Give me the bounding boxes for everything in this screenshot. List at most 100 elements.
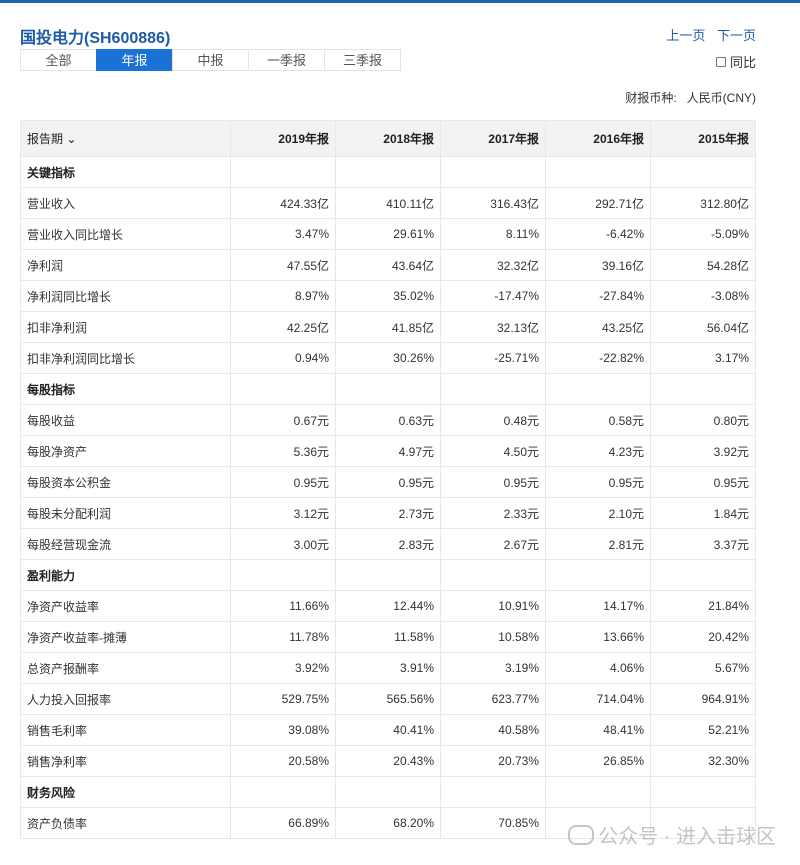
metric-value: 41.85亿: [335, 311, 441, 343]
metric-value: 0.95元: [545, 466, 651, 498]
metric-value: [230, 156, 336, 188]
metric-name: 扣非净利润: [20, 311, 231, 343]
table-row: 营业收入 424.33亿 410.11亿 316.43亿 292.71亿 312.80亿: [20, 187, 756, 219]
metric-value: 11.78%: [230, 621, 336, 653]
metric-value: 35.02%: [335, 280, 441, 312]
metric-value: 11.66%: [230, 590, 336, 622]
metric-value: -3.08%: [650, 280, 756, 312]
metric-value: [545, 776, 651, 808]
metric-name: 销售毛利率: [20, 714, 231, 746]
metric-value: [335, 373, 441, 405]
metric-value: [545, 559, 651, 591]
table-row: 销售毛利率 39.08% 40.41% 40.58% 48.41% 52.21%: [20, 714, 756, 746]
table-row: 总资产报酬率 3.92% 3.91% 3.19% 4.06% 5.67%: [20, 652, 756, 684]
section-title: 每股指标: [20, 373, 231, 405]
metric-value: 316.43亿: [440, 187, 546, 219]
report-period-sort[interactable]: 报告期 ⌄: [20, 120, 231, 157]
metric-value: 54.28亿: [650, 249, 756, 281]
metric-value: [440, 776, 546, 808]
metric-value: 66.89%: [230, 807, 336, 839]
tab-interim[interactable]: 中报: [172, 49, 249, 71]
table-body: 关键指标 营业收入 424.33亿 410.11亿 316.43亿 292.71亿 312.…: [20, 156, 756, 839]
metric-value: 4.23元: [545, 435, 651, 467]
metric-value: 21.84%: [650, 590, 756, 622]
metric-value: 5.36元: [230, 435, 336, 467]
watermark-text: 公众号 · 进入击球区: [598, 826, 776, 848]
metric-value: 4.50元: [440, 435, 546, 467]
metric-value: 39.08%: [230, 714, 336, 746]
metric-value: -17.47%: [440, 280, 546, 312]
metric-value: [650, 776, 756, 808]
metric-value: 40.41%: [335, 714, 441, 746]
next-page-link[interactable]: 下一页: [717, 28, 756, 43]
metric-value: 0.95元: [230, 466, 336, 498]
section-title: 盈利能力: [20, 559, 231, 591]
metric-value: 20.43%: [335, 745, 441, 777]
table-header-row: 报告期 ⌄ 2019年报 2018年报 2017年报 2016年报 2015年报: [20, 120, 756, 157]
table-row: 每股资本公积金 0.95元 0.95元 0.95元 0.95元 0.95元: [20, 466, 756, 498]
metric-value: -22.82%: [545, 342, 651, 374]
metric-value: 3.19%: [440, 652, 546, 684]
metric-value: 2.73元: [335, 497, 441, 529]
metric-value: 424.33亿: [230, 187, 336, 219]
metric-value: 0.95元: [440, 466, 546, 498]
metric-value: 3.37元: [650, 528, 756, 560]
metric-value: [440, 156, 546, 188]
metric-value: 5.67%: [650, 652, 756, 684]
yoy-checkbox[interactable]: [715, 56, 726, 67]
metric-value: 11.58%: [335, 621, 441, 653]
table-row: 净资产收益率-摊薄 11.78% 11.58% 10.58% 13.66% 20.42%: [20, 621, 756, 653]
metric-value: 70.85%: [440, 807, 546, 839]
metric-name: 净利润: [20, 249, 231, 281]
report-period-label: 报告期: [27, 132, 64, 146]
metric-value: 8.97%: [230, 280, 336, 312]
metric-value: 13.66%: [545, 621, 651, 653]
section-title: 财务风险: [20, 776, 231, 808]
metric-value: 2.33元: [440, 497, 546, 529]
yoy-toggle[interactable]: 同比: [715, 52, 756, 71]
metric-value: 0.80元: [650, 404, 756, 436]
metric-value: 10.91%: [440, 590, 546, 622]
metric-value: 29.61%: [335, 218, 441, 250]
metric-value: 43.25亿: [545, 311, 651, 343]
tab-annual[interactable]: 年报: [96, 49, 173, 71]
column-header: 2019年报: [230, 120, 336, 157]
prev-page-link[interactable]: 上一页: [666, 28, 705, 43]
metric-value: 14.17%: [545, 590, 651, 622]
metric-value: 26.85%: [545, 745, 651, 777]
table-row: 人力投入回报率 529.75% 565.56% 623.77% 714.04% 964.9…: [20, 683, 756, 715]
tab-all[interactable]: 全部: [20, 49, 97, 71]
metric-name: 营业收入同比增长: [20, 218, 231, 250]
watermark: 公众号 · 进入击球区: [568, 820, 776, 849]
table-row: 净利润同比增长 8.97% 35.02% -17.47% -27.84% -3.08%: [20, 280, 756, 312]
metric-value: 3.00元: [230, 528, 336, 560]
metric-name: 净资产收益率-摊薄: [20, 621, 231, 653]
metric-value: 3.47%: [230, 218, 336, 250]
metric-value: [440, 373, 546, 405]
column-header: 2016年报: [545, 120, 651, 157]
metric-value: 714.04%: [545, 683, 651, 715]
section-row: 每股指标: [20, 373, 756, 405]
metric-value: 10.58%: [440, 621, 546, 653]
table-row: 净资产收益率 11.66% 12.44% 10.91% 14.17% 21.84%: [20, 590, 756, 622]
section-row: 盈利能力: [20, 559, 756, 591]
tab-q3[interactable]: 三季报: [324, 49, 401, 71]
section-title: 关键指标: [20, 156, 231, 188]
metric-value: [545, 373, 651, 405]
metric-value: 48.41%: [545, 714, 651, 746]
metric-value: 0.95元: [335, 466, 441, 498]
table-row: 每股收益 0.67元 0.63元 0.48元 0.58元 0.80元: [20, 404, 756, 436]
metric-name: 人力投入回报率: [20, 683, 231, 715]
metric-value: 4.06%: [545, 652, 651, 684]
wechat-icon: [568, 825, 595, 845]
metric-value: 12.44%: [335, 590, 441, 622]
metric-value: 565.56%: [335, 683, 441, 715]
metric-value: 3.12元: [230, 497, 336, 529]
metric-value: 623.77%: [440, 683, 546, 715]
metric-name: 净资产收益率: [20, 590, 231, 622]
currency-info: 财报币种: 人民币(CNY): [625, 89, 756, 106]
table-row: 每股经营现金流 3.00元 2.83元 2.67元 2.81元 3.37元: [20, 528, 756, 560]
metric-value: 0.95元: [650, 466, 756, 498]
section-row: 关键指标: [20, 156, 756, 188]
tab-q1[interactable]: 一季报: [248, 49, 325, 71]
